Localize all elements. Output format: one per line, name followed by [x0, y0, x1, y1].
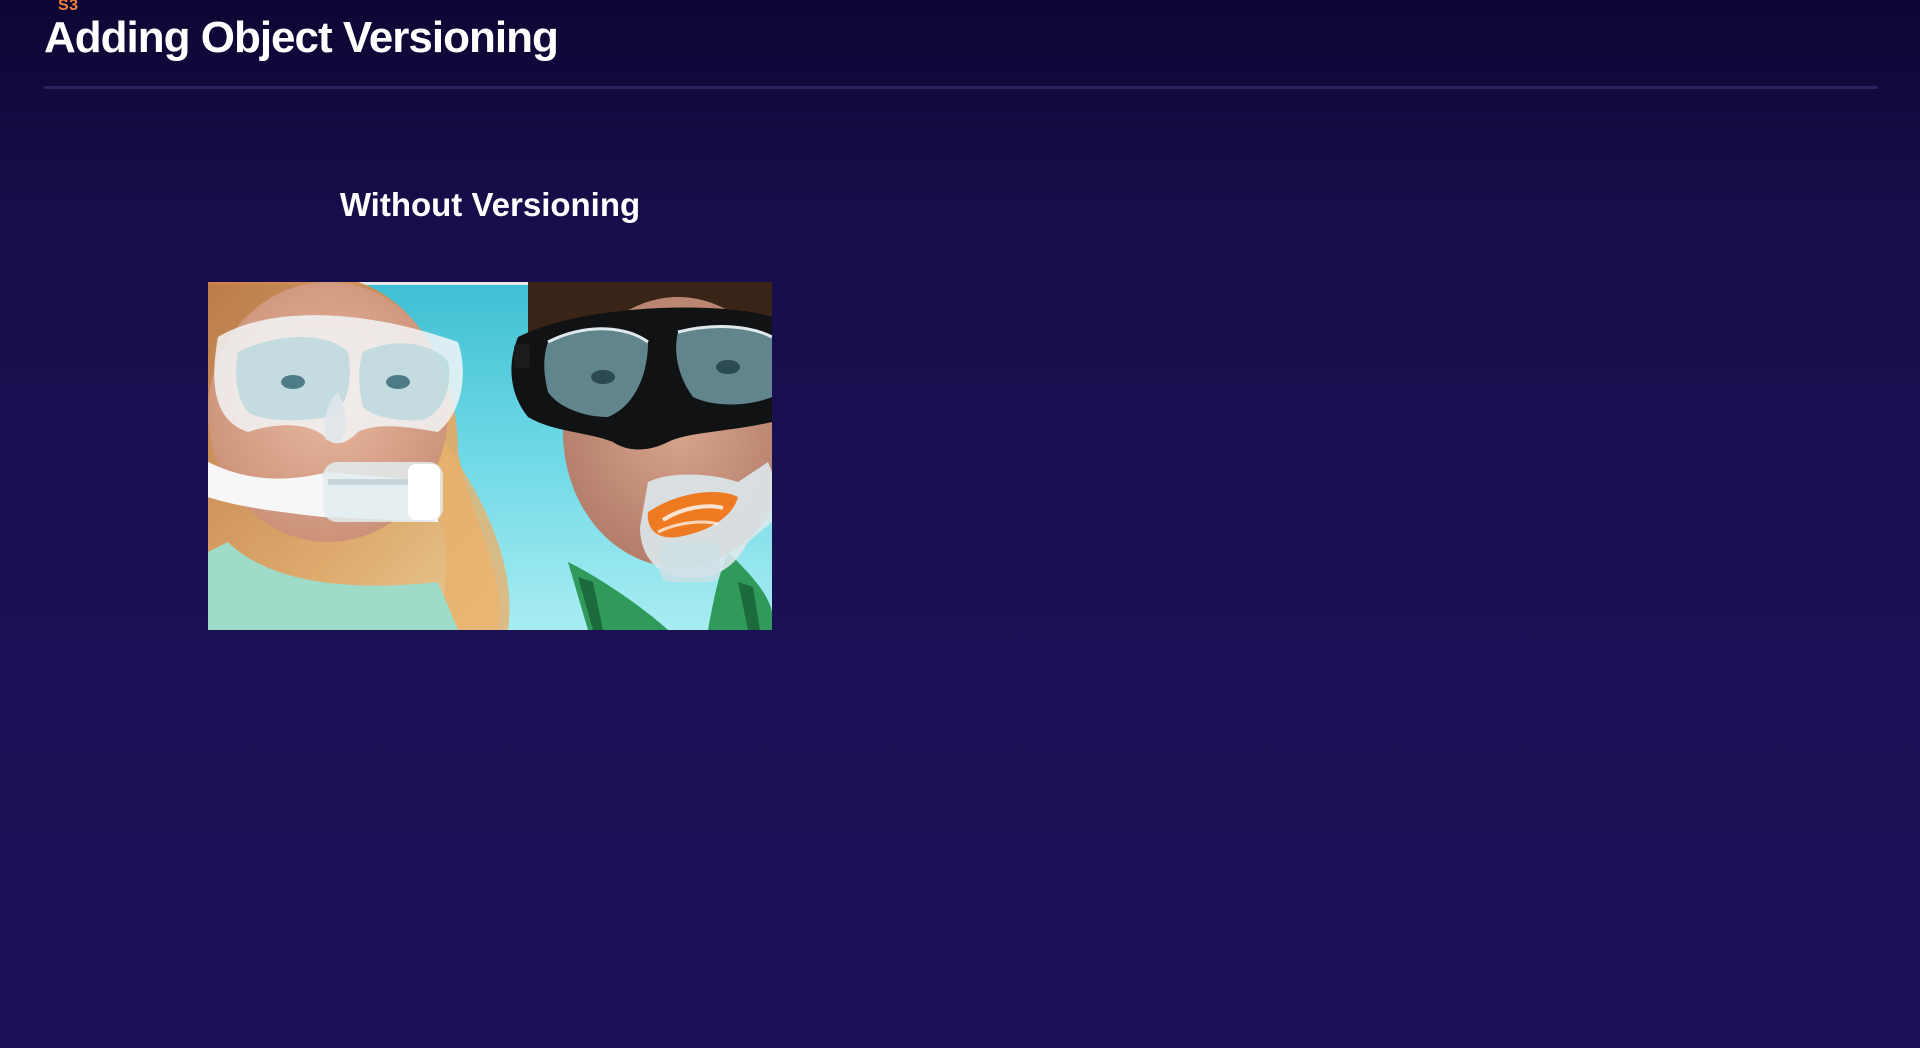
snorkelers-illustration: [208, 282, 772, 630]
clear-dive-mask: [214, 315, 463, 444]
page-title: Adding Object Versioning: [44, 13, 559, 62]
section-title: Without Versioning: [339, 186, 641, 223]
snorkelers-photo: [208, 282, 772, 630]
slide-header: S3 Adding Object Versioning: [44, 0, 1878, 90]
header-divider: [44, 86, 1878, 89]
